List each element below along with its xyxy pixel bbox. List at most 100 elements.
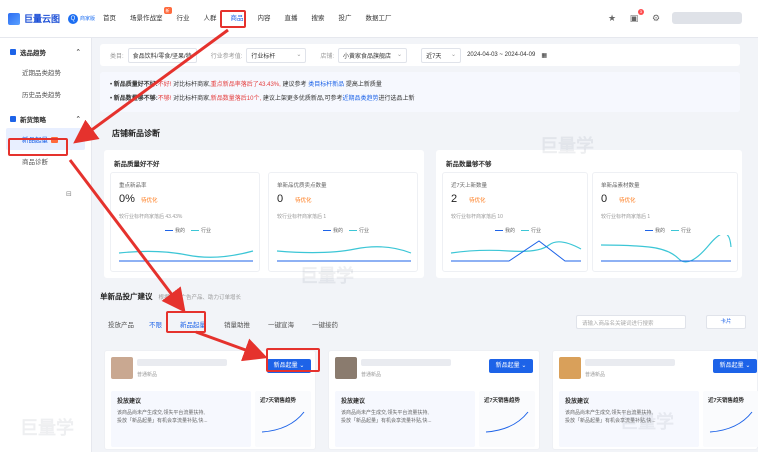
chevron-down-icon: ⌄ — [397, 51, 403, 58]
link-recent-trend[interactable]: 近期品类趋势 — [342, 96, 378, 102]
annotation-box-nav-product — [220, 10, 246, 28]
metric-label: 单新品素材数量 — [601, 183, 640, 189]
brand-tag-label: 商家版 — [80, 16, 96, 22]
metric-legend: 我的 行业 — [443, 227, 587, 234]
nav-item-live[interactable]: 直播 — [278, 14, 305, 24]
brand-logo[interactable]: 巨量云图 Q 商家版 — [8, 12, 95, 25]
watermark: 巨量学 — [300, 266, 354, 286]
store-select[interactable]: 小黄家食品旗舰店 ⌄ — [338, 47, 408, 63]
nav-item-home[interactable]: 首页 — [96, 14, 123, 24]
brand-name: 巨量云图 — [24, 14, 61, 24]
sidebar-item-history-trend[interactable]: 历史品类趋势 — [0, 83, 91, 105]
top-right-tools: ★ ▣ 3 ⚙ — [606, 9, 742, 24]
nav-item-search[interactable]: 搜索 — [305, 14, 332, 24]
metric-status: 待优化 — [295, 198, 312, 204]
store-label: 店铺: — [320, 53, 335, 60]
date-range: 2024-04-03 ~ 2024-04-09 — [467, 52, 536, 58]
product-card: 普通新品 新品起量 ⌄ 投放建议 该商品尚未产生成交,领失平台流量扶持, 投放「… — [552, 350, 758, 450]
top-bar: 巨量云图 Q 商家版 首页 场景作战室新 行业 人群 商品 内容 直播 搜索 投… — [0, 0, 758, 38]
product-name — [585, 359, 675, 366]
advice-line: 该商品尚未产生成交,领失平台流量扶持, — [341, 410, 429, 416]
notice-quality: • 新品质量好不好:不好! 对比标杆商家,重点新品率落后了43.43%, 建议参… — [110, 82, 382, 88]
chevron-down-icon: ⌄ — [296, 51, 302, 58]
advice-line: 投放「新品起量」有机会享流量补贴,快... — [341, 418, 432, 424]
legend-industry-swatch — [349, 229, 357, 232]
advice-line: 投放「新品起量」有机会享流量补贴,快... — [117, 418, 208, 424]
metric-status: 待优化 — [469, 198, 486, 204]
trend-sparkline — [485, 411, 529, 433]
tab-one-click-2[interactable]: 一键接药 — [309, 317, 341, 331]
q-icon: Q — [68, 13, 79, 24]
nav-label: 场景作战室 — [130, 15, 163, 22]
trend-sparkline — [261, 411, 305, 433]
star-icon[interactable]: ★ — [606, 12, 618, 24]
period-select[interactable]: 近7天 ⌄ — [421, 47, 462, 63]
new-badge-icon: 新 — [163, 7, 172, 14]
metric-value: 2 — [451, 193, 458, 205]
tab-one-click-1[interactable]: 一键宣海 — [265, 317, 297, 331]
chevron-up-icon: ⌃ — [75, 49, 81, 56]
nav-item-industry[interactable]: 行业 — [170, 14, 197, 24]
new-launch-button[interactable]: 新品起量 ⌄ — [489, 359, 533, 373]
product-name — [361, 359, 451, 366]
product-type: 普通新品 — [585, 372, 606, 378]
metric-card: 单新品优质卖点数量 0 待优化 较行业标杆商家落后 1 我的 行业 — [268, 172, 418, 272]
product-label: 投放产品 — [108, 322, 134, 329]
launch-subtitle: 根据新品广告产品、助力订单增长 — [158, 295, 242, 301]
trend-box: 近7天销售趋势 — [479, 391, 535, 447]
trend-icon — [10, 49, 16, 55]
chevron-down-icon: ⌄ — [451, 51, 457, 58]
metric-sparkline — [600, 235, 732, 263]
notice-quantity: • 新品数量够不够:不够! 对比标杆商家,新品数量落后10个, 建议上架更多优质… — [110, 96, 415, 102]
legend-industry-swatch — [191, 229, 199, 232]
advice-line: 该商品尚未产生成交,领失平台流量扶持, — [117, 410, 205, 416]
date-filter[interactable]: 近7天 ⌄ 2024-04-03 ~ 2024-04-09 ▦ — [421, 47, 547, 63]
metric-card: 近7天上新数量 2 待优化 较行业标杆商家落后 10 我的 行业 — [442, 172, 588, 272]
notification-badge: 3 — [637, 9, 644, 15]
sidebar-group-new-goods[interactable]: 新货策略 ⌃ — [0, 105, 91, 128]
quality-title: 新品质量好不好 — [114, 161, 160, 168]
metric-card: 单新品素材数量 0 待优化 较行业标杆商家落后 1 我的 行业 — [592, 172, 738, 272]
launch-title: 单新品投广建议 根据新品广告产品、助力订单增长 — [100, 292, 242, 301]
annotation-box-tab — [166, 311, 206, 333]
advice-box: 投放建议 该商品尚未产生成交,领失平台流量扶持, 投放「新品起量」有机会享流量补… — [111, 391, 251, 447]
notification-icon[interactable]: ▣ 3 — [628, 9, 644, 24]
category-label: 类目: — [110, 53, 124, 60]
industry-select[interactable]: 行业标杆 ⌄ — [246, 47, 307, 63]
legend-industry-swatch — [521, 229, 529, 232]
gear-icon[interactable]: ⚙ — [650, 12, 662, 24]
nav-item-ads[interactable]: 投广 — [332, 14, 359, 24]
new-launch-button[interactable]: 新品起量 ⌄ — [713, 359, 757, 373]
metric-label: 重点新品率 — [119, 183, 147, 189]
watermark: 巨量学 — [540, 136, 594, 156]
trend-box: 近7天销售趋势 — [703, 391, 758, 447]
category-select[interactable]: 食品饮料/零食/坚果/特 — [127, 47, 197, 63]
product-thumb — [111, 357, 133, 379]
product-thumb — [559, 357, 581, 379]
watermark: 巨量学 — [20, 418, 74, 438]
metric-label: 单新品优质卖点数量 — [277, 183, 327, 189]
calendar-icon: ▦ — [541, 52, 547, 59]
metric-sub: 较行业标杆商家落后 43.43% — [119, 214, 183, 220]
legend-mine-swatch — [644, 229, 653, 232]
advice-title: 投放建议 — [117, 399, 142, 405]
card-view-button[interactable]: 卡片 — [706, 315, 746, 329]
sidebar-group-trends[interactable]: 选品趋势 ⌃ — [0, 38, 91, 61]
user-account[interactable] — [672, 12, 742, 24]
tab-all[interactable]: 不限 — [146, 317, 165, 331]
legend-mine-swatch — [494, 229, 503, 232]
collapse-icon[interactable]: ⊟ — [66, 190, 72, 198]
nav-item-content[interactable]: 内容 — [251, 14, 278, 24]
nav-item-data-factory[interactable]: 数据工厂 — [359, 14, 399, 24]
metric-sparkline — [276, 246, 412, 262]
brand-icon — [8, 12, 20, 25]
link-category-benchmark[interactable]: 类目标杆新品 — [308, 82, 344, 88]
metric-sub: 较行业标杆商家落后 1 — [601, 214, 651, 220]
tab-sales-boost[interactable]: 销量助推 — [221, 317, 253, 331]
metric-card: 重点新品率 0% 待优化 较行业标杆商家落后 43.43% 我的 行业 — [110, 172, 260, 272]
sidebar-item-recent-trend[interactable]: 近期品类趋势 — [0, 61, 91, 83]
trend-title: 近7天销售趋势 — [708, 398, 745, 404]
chevron-up-icon: ⌃ — [75, 116, 81, 123]
product-search-input[interactable]: 请输入商品名关键词进行搜索 — [576, 315, 686, 329]
nav-item-war-room[interactable]: 场景作战室新 — [123, 7, 172, 24]
